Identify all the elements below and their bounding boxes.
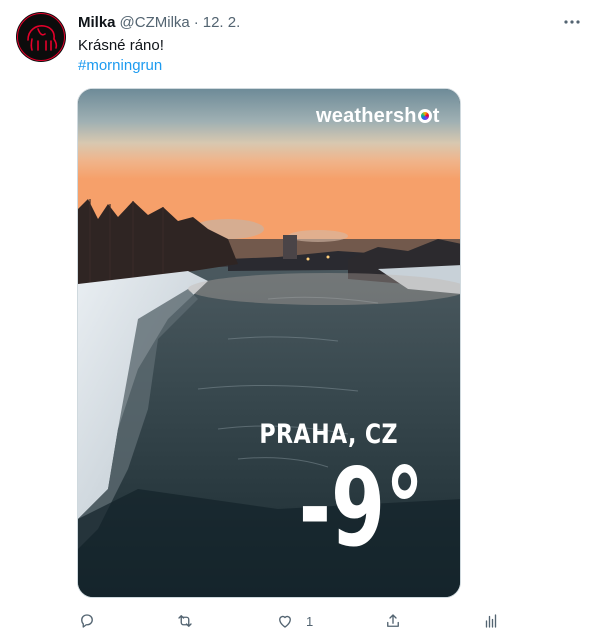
author-handle[interactable]: @CZMilka bbox=[120, 14, 190, 31]
hashtag-link[interactable]: #morningrun bbox=[78, 56, 164, 76]
tweet-text: Krásné ráno! #morningrun bbox=[78, 36, 164, 76]
heart-icon bbox=[279, 615, 291, 628]
avatar[interactable] bbox=[16, 12, 66, 62]
more-options-button[interactable] bbox=[562, 12, 582, 32]
share-button[interactable] bbox=[384, 606, 402, 636]
tweet-photo[interactable]: weathersh t PRAHA, CZ -9° bbox=[77, 88, 461, 598]
tweet-header: Milka @CZMilka · 12. 2. bbox=[78, 12, 240, 32]
analytics-icon bbox=[485, 614, 497, 628]
like-count: 1 bbox=[306, 613, 314, 629]
more-icon bbox=[564, 20, 580, 24]
author-name[interactable]: Milka bbox=[78, 14, 116, 31]
elephant-logo-icon bbox=[17, 13, 65, 61]
share-icon bbox=[387, 614, 399, 627]
separator: · bbox=[193, 13, 199, 31]
tweet-actions: 1 bbox=[70, 606, 530, 636]
temperature-label: -9° bbox=[298, 446, 424, 571]
tweet-date[interactable]: 12. 2. bbox=[203, 14, 241, 31]
like-button[interactable]: 1 bbox=[276, 606, 313, 636]
reply-button[interactable] bbox=[78, 606, 96, 636]
reply-icon bbox=[81, 614, 93, 628]
retweet-icon bbox=[178, 615, 192, 627]
analytics-button[interactable] bbox=[482, 606, 500, 636]
retweet-button[interactable] bbox=[176, 606, 194, 636]
logo-text-start: weathersh bbox=[316, 105, 417, 127]
weathershot-logo: weathersh t bbox=[316, 105, 440, 128]
camera-lens-icon bbox=[417, 108, 432, 123]
logo-text-end: t bbox=[432, 105, 440, 127]
tweet-body: Krásné ráno! bbox=[78, 37, 164, 54]
